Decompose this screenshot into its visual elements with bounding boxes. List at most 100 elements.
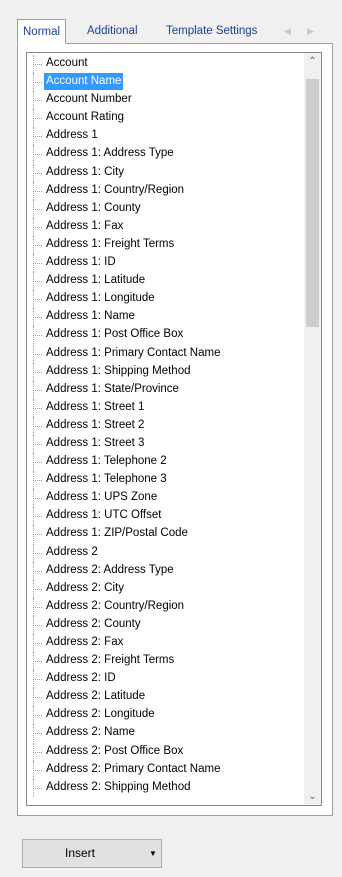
tree-item-label: Address 2: City (46, 581, 124, 594)
tree-connector (33, 453, 43, 472)
tree-connector (33, 706, 43, 725)
tree-item-label: Address 1: Street 3 (46, 436, 145, 449)
chevron-right-icon[interactable]: ▶ (307, 25, 314, 37)
tree-item[interactable]: Address 1: Street 2 (27, 416, 304, 435)
tree-item[interactable]: Address 1: Post Office Box (27, 326, 304, 345)
tree-connector (33, 760, 43, 779)
tree-item[interactable]: Address 2: Address Type (27, 561, 304, 580)
tree-item[interactable]: Address 2: Post Office Box (27, 742, 304, 761)
tree-connector (33, 742, 43, 761)
tree-item[interactable]: Address 1: Telephone 3 (27, 471, 304, 490)
tree-item[interactable]: Address 1: Country/Region (27, 181, 304, 200)
tree-item[interactable]: Address 1: Street 3 (27, 434, 304, 453)
chevron-up-icon[interactable]: ⌃ (304, 53, 321, 70)
tree-item[interactable]: Address 1: Telephone 2 (27, 453, 304, 472)
tree-item-label: Address 1: Shipping Method (46, 364, 191, 377)
tree-connector (33, 91, 43, 110)
tree-item[interactable]: Address 2: Name (27, 724, 304, 743)
tree-item[interactable]: Address 2: Country/Region (27, 597, 304, 616)
tree-item-label: Address 2: Freight Terms (46, 654, 175, 667)
insert-button[interactable]: Insert ▼ (22, 839, 162, 868)
tree-item-label: Address 1: Street 2 (46, 418, 145, 431)
tree-item[interactable]: Address 2: County (27, 615, 304, 634)
tree-item[interactable]: Address 2: Primary Contact Name (27, 760, 304, 779)
tree-item[interactable]: Address 1: Name (27, 308, 304, 327)
tree-item-label: Address 1: County (46, 201, 141, 214)
tree-connector (33, 344, 43, 363)
tree-item-label: Address 1 (46, 129, 98, 142)
tree-item-label: Address 1: Longitude (46, 292, 155, 305)
tree-connector (33, 127, 43, 146)
tree-item[interactable]: Address 1 (27, 127, 304, 146)
chevron-down-icon[interactable]: ⌄ (304, 788, 321, 805)
tree-item[interactable]: Address 1: County (27, 199, 304, 218)
tree-item-label: Address 1: Country/Region (46, 183, 185, 196)
tree-connector (33, 489, 43, 508)
tree-connector (33, 109, 43, 128)
tree-item-label: Address 2 (46, 545, 98, 558)
tree-item[interactable]: Address 1: Longitude (27, 290, 304, 309)
tree-item[interactable]: Address 1: ID (27, 254, 304, 273)
tree-item-label: Address 1: UTC Offset (46, 509, 162, 522)
tree-connector (33, 416, 43, 435)
tree-connector (33, 163, 43, 182)
tree-item[interactable]: Address 1: Freight Terms (27, 235, 304, 254)
tree-connector (33, 634, 43, 652)
tree-item[interactable]: Address 1: Shipping Method (27, 362, 304, 381)
tree-item[interactable]: Address 1: UTC Offset (27, 507, 304, 526)
tree-item[interactable]: Address 2: ID (27, 670, 304, 689)
tree-connector (33, 362, 43, 381)
tree-item-label: Account Rating (46, 111, 124, 124)
tree-connector (33, 597, 43, 616)
tree-item-label: Address 2: Post Office Box (46, 744, 184, 757)
tab-normal[interactable]: Normal (17, 19, 67, 44)
tree-item-label: Address 1: UPS Zone (46, 491, 158, 504)
tree-item[interactable]: Address 1: Address Type (27, 145, 304, 164)
field-tree[interactable]: Account Account Name Account Number Account… (26, 52, 322, 806)
tree-connector (33, 688, 43, 707)
tree-item[interactable]: Address 1: Latitude (27, 272, 304, 291)
tree-connector (33, 145, 43, 164)
tree-item-label: Address 2: Primary Contact Name (46, 762, 221, 775)
tree-item[interactable]: Address 1: Street 1 (27, 398, 304, 417)
tree-item-label: Address 2: Fax (46, 636, 124, 648)
tree-item[interactable]: Address 2: Shipping Method (27, 778, 304, 797)
tree-item[interactable]: Address 1: Primary Contact Name (27, 344, 304, 363)
tree-item[interactable]: Address 1: ZIP/Postal Code (27, 525, 304, 544)
scrollbar-thumb[interactable] (306, 79, 319, 327)
tree-item[interactable]: Address 1: State/Province (27, 380, 304, 399)
tree-item[interactable]: Account Name (27, 73, 304, 92)
tree-item[interactable]: Address 2 (27, 543, 304, 562)
tree-item[interactable]: Address 2: City (27, 579, 304, 598)
tree-item[interactable]: Address 2: Freight Terms (27, 652, 304, 671)
tree-item-label: Address 1: Telephone 2 (46, 455, 167, 468)
tree-item[interactable]: Account Number (27, 91, 304, 110)
tree-item[interactable]: Address 1: City (27, 163, 304, 182)
tree-item[interactable]: Address 2: Latitude (27, 688, 304, 707)
vertical-scrollbar[interactable]: ⌃ ⌄ (304, 53, 321, 805)
caret-down-icon[interactable]: ▼ (149, 840, 157, 867)
tree-item[interactable]: Address 1: Fax (27, 217, 304, 236)
tree-connector (33, 543, 43, 562)
tab-additional[interactable]: Additional (87, 21, 138, 42)
tree-connector (33, 525, 43, 544)
tree-item[interactable]: Account (27, 55, 304, 73)
insert-button-label: Insert (65, 846, 96, 860)
tree-item-label: Address 1: State/Province (46, 382, 179, 395)
tree-item[interactable]: Address 2: Longitude (27, 706, 304, 725)
tree-connector (33, 471, 43, 490)
tree-item-label: Account Number (46, 93, 132, 106)
field-tree-list: Account Account Name Account Number Account… (27, 55, 304, 797)
tab-bar: Normal Additional Template Settings ◀ ▶ (17, 19, 333, 44)
tab-template-settings[interactable]: Template Settings (166, 21, 257, 42)
tree-item-label: Address 1: Street 1 (46, 400, 145, 413)
tree-item-label: Address 2: Name (46, 726, 135, 739)
tree-connector (33, 398, 43, 417)
tree-connector (33, 55, 43, 73)
chevron-left-icon[interactable]: ◀ (284, 25, 291, 37)
tree-item[interactable]: Address 2: Fax (27, 634, 304, 652)
tree-item-label: Address 1: City (46, 165, 124, 178)
tree-connector (33, 380, 43, 399)
tree-item[interactable]: Address 1: UPS Zone (27, 489, 304, 508)
tree-item[interactable]: Account Rating (27, 109, 304, 128)
